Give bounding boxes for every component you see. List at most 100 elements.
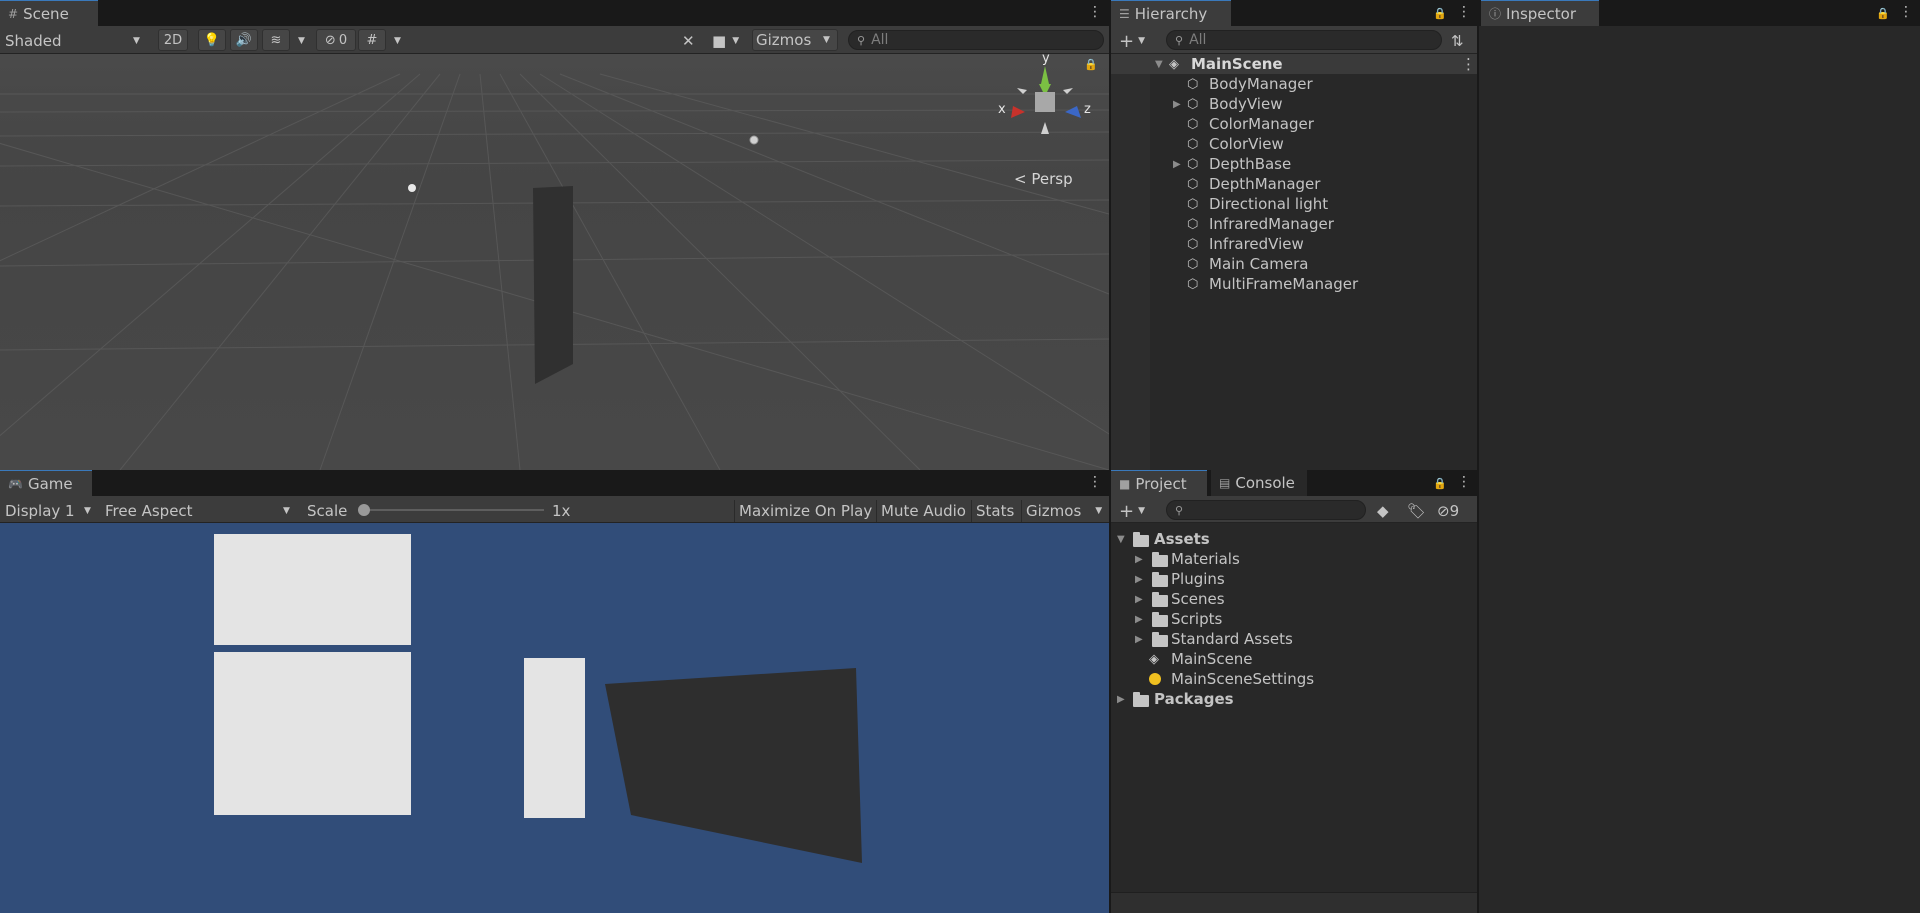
hierarchy-item[interactable]: ⬡ BodyManager — [1111, 74, 1477, 94]
expand-arrow-icon[interactable]: ▶ — [1135, 574, 1143, 585]
grid-dropdown-arrow[interactable]: ▼ — [394, 30, 401, 52]
axis-y-label: y — [1042, 54, 1050, 66]
expand-arrow-icon[interactable]: ▶ — [1173, 99, 1181, 110]
shading-mode-dropdown[interactable]: Shaded ▼ — [5, 30, 145, 52]
hierarchy-more-menu-icon[interactable]: ⋮ — [1457, 4, 1471, 20]
main-scene-asset-row[interactable]: ◈ MainScene — [1111, 649, 1477, 669]
project-footer — [1111, 892, 1477, 913]
inspector-panel: ⓘ Inspector 🔒 ⋮ — [1479, 0, 1920, 913]
scene-viewport[interactable]: y x z 🔒 < Persp — [0, 54, 1109, 470]
stats-toggle[interactable]: Stats — [971, 500, 1014, 522]
hierarchy-item[interactable]: ⬡ MultiFrameManager — [1111, 274, 1477, 294]
scene-more-icon[interactable]: ⋮ — [1461, 55, 1476, 73]
project-folder-row[interactable]: ▶ Scripts — [1111, 609, 1477, 629]
hierarchy-item-label: Main Camera — [1209, 255, 1309, 273]
effects-dropdown-arrow[interactable]: ▼ — [298, 30, 305, 52]
display-dropdown[interactable]: Display 1 ▼ — [5, 500, 95, 522]
persp-toggle[interactable]: < Persp — [1014, 170, 1073, 188]
project-folder-row[interactable]: ▶ Materials — [1111, 549, 1477, 569]
tab-hierarchy[interactable]: ☰ Hierarchy — [1111, 0, 1231, 26]
project-folder-row[interactable]: ▶ Standard Assets — [1111, 629, 1477, 649]
expand-arrow-icon[interactable]: ▶ — [1135, 634, 1143, 645]
hierarchy-sort-button[interactable]: ⇅ — [1451, 30, 1464, 52]
folder-icon — [1133, 692, 1149, 707]
project-add-button[interactable]: + ▼ — [1119, 500, 1145, 522]
expand-arrow-icon[interactable]: ▶ — [1135, 614, 1143, 625]
project-lock-icon[interactable]: 🔒 — [1433, 477, 1447, 490]
scene-tab-label: Scene — [23, 4, 69, 23]
mute-audio-toggle[interactable]: Mute Audio — [876, 500, 966, 522]
project-folder-label: Scenes — [1171, 590, 1225, 608]
expand-arrow-icon[interactable]: ▶ — [1135, 554, 1143, 565]
effects-toggle-button[interactable]: ≋ — [262, 29, 290, 51]
scene-search-input[interactable]: ⚲ All — [848, 30, 1104, 50]
expand-arrow-icon[interactable]: ▼ — [1155, 59, 1163, 70]
tools-button[interactable]: ✕ — [682, 30, 695, 52]
hierarchy-item[interactable]: ⬡ Directional light — [1111, 194, 1477, 214]
chevron-down-icon: ▼ — [823, 35, 830, 45]
scene-orientation-gizmo[interactable]: y x z — [995, 54, 1095, 154]
scene-lock-icon[interactable]: 🔒 — [1084, 58, 1098, 71]
game-gizmos-toggle[interactable]: Gizmos ▼ — [1021, 500, 1102, 522]
hierarchy-item[interactable]: ⬡ ColorView — [1111, 134, 1477, 154]
hierarchy-add-button[interactable]: + ▼ — [1119, 30, 1145, 52]
scene-toolbar: Shaded ▼ 2D 💡 🔊 ≋ ▼ ⊘ 0 # ▼ ✕ ■ ▼ Gizmos… — [0, 26, 1109, 54]
project-folder-row[interactable]: ▶ Plugins — [1111, 569, 1477, 589]
hierarchy-item[interactable]: ⬡ InfraredView — [1111, 234, 1477, 254]
hierarchy-lock-icon[interactable]: 🔒 — [1433, 7, 1447, 20]
filter-by-label-button[interactable]: 🏷 — [1407, 500, 1426, 522]
hierarchy-search-input[interactable]: ⚲ All — [1166, 30, 1442, 50]
scene-more-menu-icon[interactable]: ⋮ — [1088, 4, 1102, 20]
hidden-objects-button[interactable]: ⊘ 0 — [316, 29, 356, 51]
grid-icon: # — [366, 32, 378, 48]
scale-slider-thumb[interactable] — [358, 504, 370, 516]
hierarchy-item-label: DepthBase — [1209, 155, 1292, 173]
lighting-toggle-button[interactable]: 💡 — [198, 29, 226, 51]
packages-folder-row[interactable]: ▶ Packages — [1111, 689, 1477, 709]
toggle-2d-button[interactable]: 2D — [158, 29, 188, 51]
tab-game[interactable]: 🎮 Game — [0, 470, 92, 496]
game-more-menu-icon[interactable]: ⋮ — [1088, 474, 1102, 490]
tab-project[interactable]: ■ Project — [1111, 470, 1207, 496]
light-gizmo — [408, 184, 416, 192]
tab-inspector[interactable]: ⓘ Inspector — [1481, 0, 1599, 26]
expand-arrow-icon[interactable]: ▶ — [1135, 594, 1143, 605]
scale-value: 1x — [552, 500, 570, 522]
inspector-lock-icon[interactable]: 🔒 — [1876, 7, 1890, 20]
project-folder-row[interactable]: ▶ Scenes — [1111, 589, 1477, 609]
search-icon: ⚲ — [857, 33, 866, 47]
sort-icon: ⇅ — [1451, 32, 1464, 50]
main-scene-settings-row[interactable]: MainSceneSettings — [1111, 669, 1477, 689]
hierarchy-item[interactable]: ▶ ⬡ BodyView — [1111, 94, 1477, 114]
expand-arrow-icon[interactable]: ▶ — [1117, 694, 1125, 705]
tab-console[interactable]: ▤ Console — [1211, 470, 1307, 496]
hierarchy-scene-row[interactable]: ▼ ◈ MainScene ⋮ — [1111, 54, 1477, 74]
grid-toggle-button[interactable]: # — [358, 29, 386, 51]
filter-by-type-button[interactable]: ◆ — [1377, 500, 1389, 522]
expand-arrow-icon[interactable]: ▼ — [1117, 534, 1125, 545]
hierarchy-item[interactable]: ▶ ⬡ DepthBase — [1111, 154, 1477, 174]
game-viewport[interactable] — [0, 523, 1109, 913]
game-tab-label: Game — [27, 474, 73, 493]
scale-slider[interactable] — [358, 504, 546, 516]
hidden-packages-button[interactable]: ⊘ 9 — [1437, 500, 1459, 522]
tab-scene[interactable]: # Scene — [0, 0, 98, 26]
expand-arrow-icon[interactable]: ▶ — [1173, 159, 1181, 170]
gizmos-button[interactable]: Gizmos ▼ — [752, 29, 838, 51]
aspect-dropdown[interactable]: Free Aspect ▼ — [105, 500, 295, 522]
hierarchy-item[interactable]: ⬡ Main Camera — [1111, 254, 1477, 274]
camera-settings-button[interactable]: ■ ▼ — [712, 30, 739, 52]
maximize-on-play-toggle[interactable]: Maximize On Play — [734, 500, 872, 522]
inspector-more-menu-icon[interactable]: ⋮ — [1899, 4, 1913, 20]
hierarchy-item[interactable]: ⬡ InfraredManager — [1111, 214, 1477, 234]
shading-mode-label: Shaded — [5, 32, 62, 50]
audio-toggle-button[interactable]: 🔊 — [230, 29, 258, 51]
gameobject-cube-icon: ⬡ — [1187, 156, 1199, 172]
assets-folder-row[interactable]: ▼ Assets — [1111, 529, 1477, 549]
chevron-left-icon: < — [1014, 170, 1027, 188]
project-more-menu-icon[interactable]: ⋮ — [1457, 474, 1471, 490]
hierarchy-item-label: ColorManager — [1209, 115, 1314, 133]
project-search-input[interactable]: ⚲ — [1166, 500, 1366, 520]
hierarchy-item[interactable]: ⬡ DepthManager — [1111, 174, 1477, 194]
hierarchy-item[interactable]: ⬡ ColorManager — [1111, 114, 1477, 134]
